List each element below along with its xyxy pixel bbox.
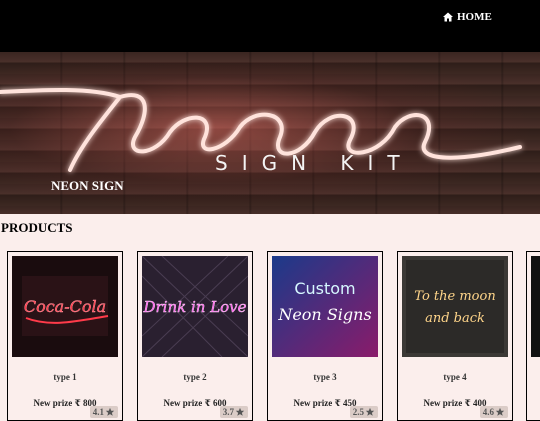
hero-label: NEON SIGN <box>51 178 124 193</box>
product-price: New prize ₹ 400 <box>423 398 487 408</box>
product-card[interactable]: To the moon and back 4.6 type 4 New priz… <box>397 251 513 421</box>
svg-text:To the moon: To the moon <box>414 289 495 304</box>
svg-text:Drink in Love: Drink in Love <box>142 298 246 316</box>
product-price: New prize ₹ 450 <box>293 398 357 408</box>
product-card[interactable]: Custom Neon Signs 2.5 type 3 New prize ₹… <box>267 251 383 421</box>
product-image: Drink in Love <box>142 256 248 357</box>
product-image <box>531 256 540 357</box>
svg-text:and back: and back <box>425 311 485 326</box>
hero-banner: SIGN KIT NEON SIGN <box>0 52 540 214</box>
top-navbar: HOME <box>0 0 540 52</box>
product-image: Custom Neon Signs <box>272 256 378 357</box>
home-link[interactable]: HOME <box>442 9 492 25</box>
product-name: type 2 <box>183 372 207 382</box>
product-name: type 1 <box>53 372 77 382</box>
product-price: New prize ₹ 800 <box>33 398 97 408</box>
product-image: To the moon and back <box>402 256 508 357</box>
svg-text:Neon Signs: Neon Signs <box>277 305 371 324</box>
product-name: type 4 <box>443 372 467 382</box>
product-price: New prize ₹ 600 <box>163 398 227 408</box>
svg-text:Coca-Cola: Coca-Cola <box>24 297 106 316</box>
products-heading: PRODUCTS <box>1 220 73 235</box>
svg-text:Custom: Custom <box>294 279 355 298</box>
home-label: HOME <box>457 11 492 23</box>
product-image: Coca-Cola <box>12 256 118 357</box>
home-icon <box>443 12 453 22</box>
kit-text: SIGN KIT <box>215 151 414 175</box>
product-card[interactable]: Coca-Cola 4.1 type 1 New prize ₹ 800 <box>7 251 123 421</box>
product-name: type 3 <box>313 372 337 382</box>
product-card-partial[interactable] <box>526 251 540 421</box>
product-card[interactable]: Drink in Love 3.7 type 2 New prize ₹ 600 <box>137 251 253 421</box>
